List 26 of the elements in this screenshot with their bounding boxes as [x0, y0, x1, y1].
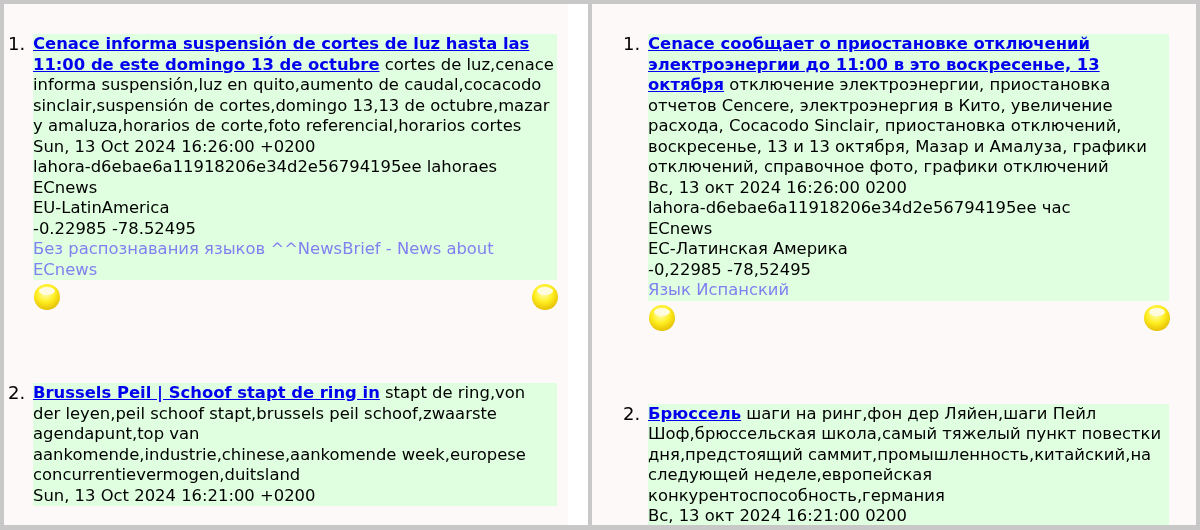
meta-line: Sun, 13 Oct 2024 16:26:00 +0200 — [33, 136, 317, 157]
ball-icon[interactable] — [33, 283, 61, 311]
meta-line: Вс, 13 окт 2024 16:26:00 0200 — [648, 177, 908, 198]
meta-line: EU-LatinAmerica — [33, 198, 171, 219]
meta-line: -0,22985 -78,52495 — [648, 259, 813, 280]
meta-line: lahora-d6ebae6a11918206e34d2e56794195ee час — [648, 198, 1072, 219]
item-number: 1. — [623, 34, 642, 55]
ball-icon[interactable] — [1143, 303, 1171, 332]
item-number: 2. — [8, 383, 27, 404]
meta-line: -0.22985 -78.52495 — [33, 218, 198, 239]
language-note: Язык Испанский — [648, 280, 791, 301]
news-summary: Brussels Peil | Schoof stapt de ring in stapt de ring,von der leyen,peil schoof stapt,brussels peil schoof,zwaarste agendapunt,top van aankomende,industrie,chinese,aankomende week,europese concurrentievermogen,duitsland — [33, 383, 527, 486]
news-summary: Брюссель шаги на ринг,фон дер Ляйен,шаги Пейл Шоф,брюссельская школа,самый тяжелый пункт повестки дня,предстоящий саммит,промышленность,китайский,на следующей неделе,европейская конкурентоспособность,германия — [648, 403, 1163, 506]
item-number: 1. — [8, 34, 27, 55]
meta-line: ЕС-Латинская Америка — [648, 239, 849, 260]
ball-icon[interactable] — [531, 283, 559, 311]
item-number: 2. — [623, 403, 642, 424]
language-note: Без распознавания языков ^^NewsBrief - News about ECnews — [33, 239, 495, 280]
meta-line: Sun, 13 Oct 2024 16:21:00 +0200 — [33, 485, 317, 506]
meta-line: ECnews — [33, 177, 99, 198]
meta-line: lahora-d6ebae6a11918206e34d2e56794195ee lahoraes — [33, 157, 499, 178]
news-summary: Cenace сообщает о приостановке отключений электроэнергии до 11:00 в это воскресенье, 13 октября отключение электроэнергии, приостановка отчетов Cencere, электроэнергия в Кито, увеличение расхода, Cocacodo Sinclair, приостановка отключений, воскресенье, 13 и 13 октября, Мазар и Амалуза, графики отключений, справочное фото, графики отключений — [648, 34, 1148, 178]
meta-line: ECnews — [648, 218, 714, 239]
ball-icon[interactable] — [648, 303, 676, 332]
meta-line: Вс, 13 окт 2024 16:21:00 0200 — [648, 506, 908, 525]
news-summary: Cenace informa suspensión de cortes de luz hasta las 11:00 de este domingo 13 de octubre cortes de luz,cenace informa suspensión,luz en quito,aumento de caudal,cocacodo sinclair,suspensión de cortes,domingo 13,13 de octubre,mazar y amaluza,horarios de corte,foto referencial,horarios cortes — [33, 34, 555, 137]
